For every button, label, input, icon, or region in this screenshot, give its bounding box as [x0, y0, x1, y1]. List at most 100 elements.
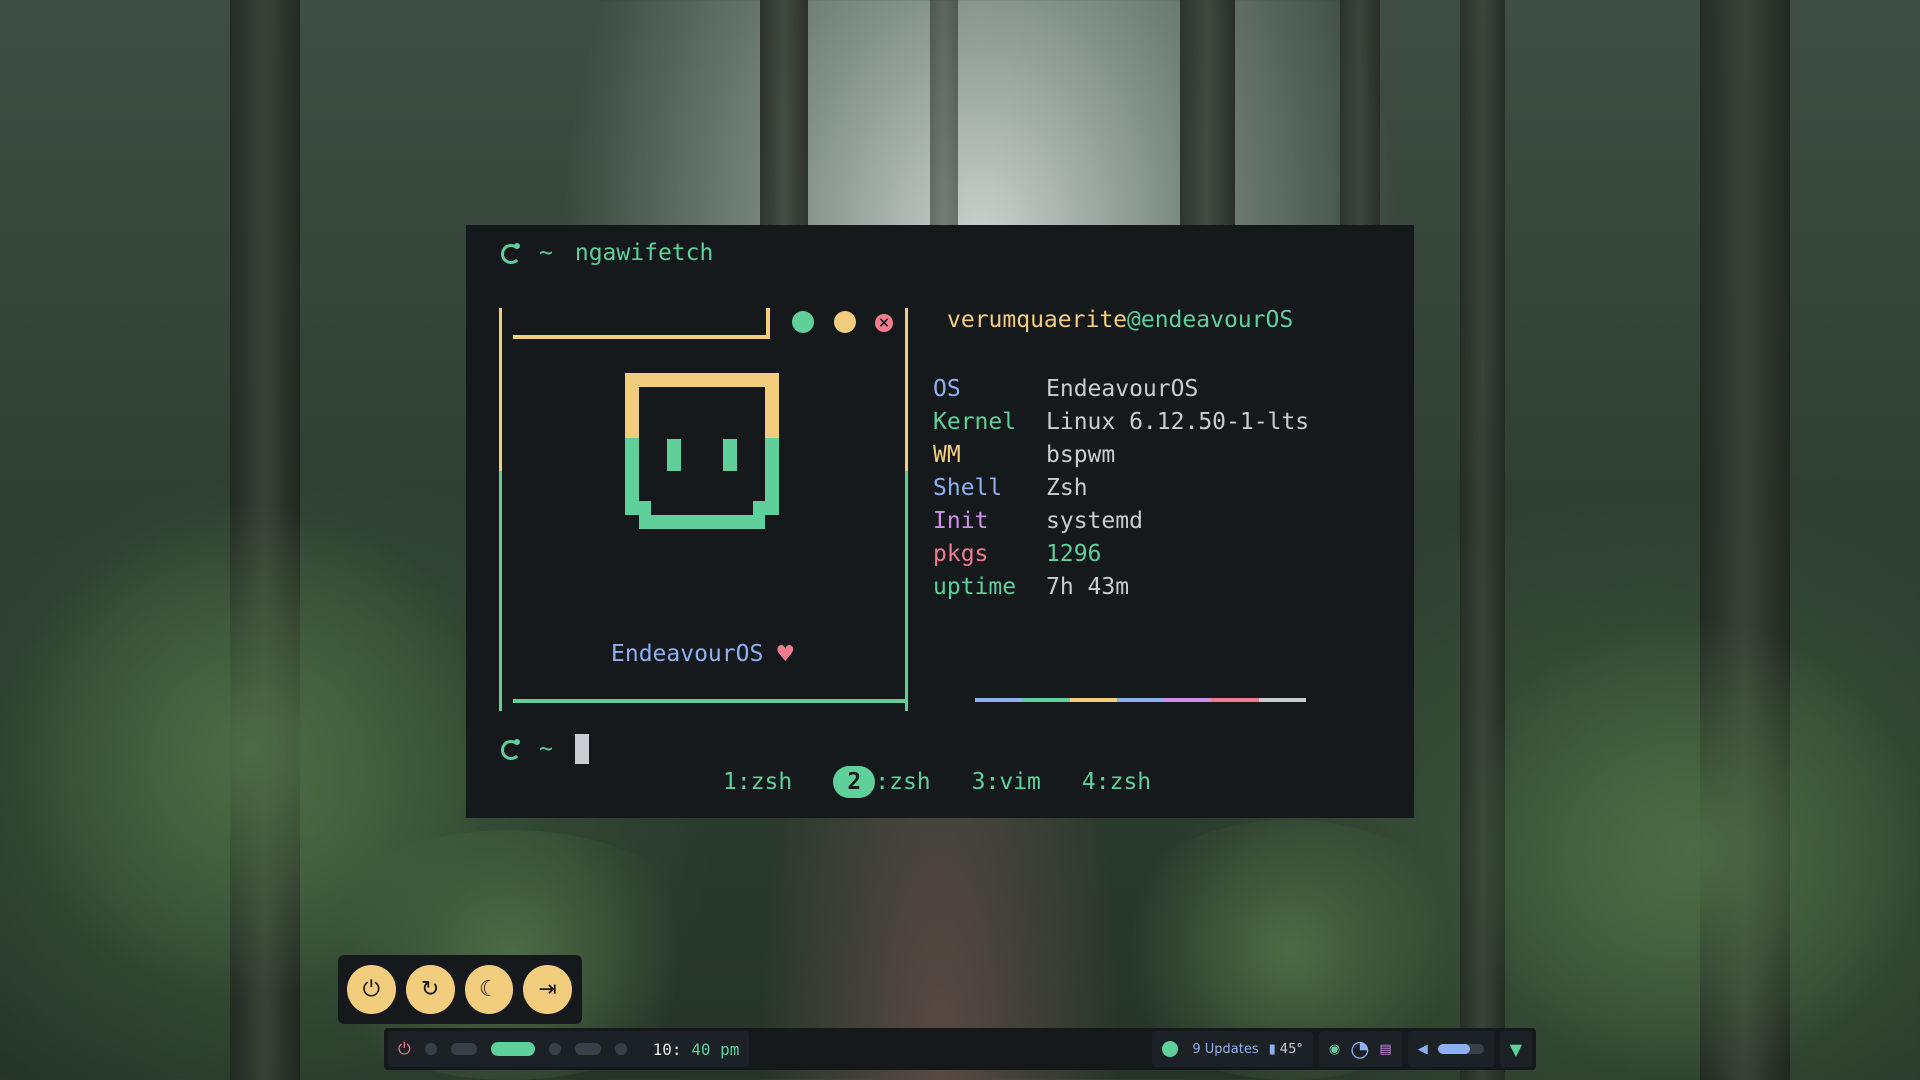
color-swatch: [1069, 698, 1117, 702]
tab-label: :zsh: [875, 769, 931, 795]
info-value: EndeavourOS: [1046, 376, 1199, 402]
command-text: ngawifetch: [574, 240, 714, 266]
tab-window-3[interactable]: 3:vim: [972, 766, 1041, 798]
volume-slider[interactable]: [1437, 1044, 1484, 1054]
memory-ring-icon: ◔: [1350, 1036, 1370, 1062]
color-swatch: [975, 698, 1023, 702]
cpu-icon: ◉: [1328, 1041, 1341, 1057]
tab-window-2[interactable]: 2:zsh: [833, 766, 931, 798]
info-row: Shell Zsh: [933, 472, 1309, 505]
info-row: OS EndeavourOS: [933, 373, 1309, 406]
workspace-indicator-active[interactable]: [490, 1042, 535, 1056]
frame-left: [499, 308, 502, 471]
updates-module[interactable]: 9 Updates ▮ 45°: [1152, 1031, 1313, 1067]
info-row: uptime 7h 43m: [933, 571, 1309, 604]
prompt-icon: [499, 242, 521, 264]
bar-left-module: ⏻ 10: 40 pm: [388, 1031, 750, 1067]
info-value: systemd: [1046, 508, 1143, 534]
thermometer-icon: ▮: [1268, 1041, 1276, 1057]
workspace-indicator[interactable]: [450, 1043, 477, 1055]
maximize-dot-icon: [792, 311, 814, 333]
bar-right-modules: 9 Updates ▮ 45° ◉ ◔ ▤ ◀ ▼: [1146, 1031, 1532, 1067]
prompt-line-command: ~ ngawifetch: [499, 240, 713, 266]
info-value: Zsh: [1046, 475, 1088, 501]
color-swatch: [1258, 698, 1306, 702]
frame-right-lower: [905, 471, 908, 711]
info-row: Init systemd: [933, 505, 1309, 538]
prompt-icon: [499, 738, 521, 760]
minimize-dot-icon: [834, 311, 856, 333]
tab-label: :zsh: [1095, 769, 1152, 795]
info-key: Init: [933, 508, 989, 534]
distro-name: EndeavourOS: [611, 641, 764, 667]
shutdown-button[interactable]: ⏻: [347, 965, 396, 1014]
prompt-directory: ~: [539, 736, 553, 762]
sleep-button[interactable]: ☾: [464, 965, 514, 1014]
tab-label: :zsh: [736, 769, 793, 795]
info-key: pkgs: [933, 541, 989, 567]
info-value: bspwm: [1046, 442, 1116, 468]
tab-window-1[interactable]: 1:zsh: [723, 766, 792, 798]
workspace-indicator[interactable]: [574, 1043, 601, 1055]
info-key: Kernel: [933, 409, 1017, 435]
text-cursor: [574, 734, 589, 764]
volume-icon: ◀: [1417, 1041, 1428, 1057]
clock: 10: 40 pm: [652, 1039, 740, 1059]
frame-top: [513, 335, 769, 339]
color-swatch: [1116, 698, 1165, 702]
info-key: OS: [933, 376, 961, 402]
network-module[interactable]: ▼: [1499, 1031, 1532, 1067]
user-host: verumquaerite@endeavourOS: [947, 307, 1293, 333]
info-value: 7h 43m: [1046, 574, 1130, 600]
prompt-line-current[interactable]: ~: [499, 734, 589, 764]
terminal-window[interactable]: ~ ngawifetch × EndeavourOS ♥ verumquaeri…: [466, 225, 1414, 818]
spotify-icon[interactable]: [1162, 1041, 1179, 1057]
info-key: uptime: [933, 574, 1017, 600]
tab-label: :vim: [985, 769, 1041, 795]
tab-number: 4: [1081, 769, 1096, 795]
prompt-directory: ~: [539, 240, 553, 266]
status-bar: ⏻ 10: 40 pm 9 Updates ▮ 45° ◉ ◔ ▤ ◀ ▼: [384, 1028, 1536, 1070]
tab-number: 3: [971, 769, 986, 795]
tab-number: 2: [833, 766, 876, 798]
reboot-button[interactable]: ↻: [405, 965, 455, 1014]
info-row: WM bspwm: [933, 439, 1309, 472]
username: verumquaerite: [947, 307, 1128, 333]
frame-top-corner: [766, 308, 770, 339]
power-menu: ⏻ ↻ ☾ ⇥: [338, 955, 582, 1024]
color-swatch: [1022, 698, 1070, 702]
info-key: WM: [933, 442, 961, 468]
logout-icon: ⇥: [538, 977, 557, 1002]
robot-face-icon: [625, 373, 779, 537]
tab-number: 1: [723, 769, 737, 795]
volume-level: [1437, 1044, 1470, 1054]
volume-module[interactable]: ◀: [1407, 1031, 1494, 1067]
tab-window-4[interactable]: 4:zsh: [1082, 766, 1151, 798]
logout-button[interactable]: ⇥: [523, 965, 572, 1014]
close-icon: ×: [875, 314, 893, 332]
frame-bottom: [513, 699, 908, 703]
frame-left-lower: [499, 471, 502, 711]
disk-icon: ▤: [1379, 1041, 1392, 1057]
heart-icon: ♥: [775, 641, 796, 667]
temperature: 45°: [1279, 1041, 1303, 1057]
updates-count: 9 Updates: [1192, 1041, 1259, 1057]
power-icon[interactable]: ⏻: [398, 1039, 411, 1059]
info-key: Shell: [933, 475, 1003, 501]
moon-icon: ☾: [479, 977, 499, 1002]
workspace-indicator[interactable]: [548, 1043, 561, 1055]
system-info: OS EndeavourOS Kernel Linux 6.12.50-1-lts WM…: [933, 373, 1309, 604]
tmux-window-tabs: 1:zsh 2:zsh 3:vim 4:zsh: [723, 766, 1192, 798]
color-swatch: [1164, 698, 1212, 702]
distro-label: EndeavourOS ♥: [611, 641, 795, 667]
info-row: Kernel Linux 6.12.50-1-lts: [933, 406, 1309, 439]
system-monitor-module[interactable]: ◉ ◔ ▤: [1318, 1031, 1402, 1067]
info-row: pkgs 1296: [933, 538, 1309, 571]
workspace-indicator[interactable]: [424, 1043, 437, 1055]
info-value: 1296: [1046, 541, 1102, 567]
color-swatch: [1211, 698, 1259, 702]
color-palette-bar: [975, 698, 1306, 702]
workspace-indicator[interactable]: [614, 1043, 627, 1055]
hostname: @endeavourOS: [1127, 307, 1294, 333]
info-value: Linux 6.12.50-1-lts: [1046, 409, 1310, 435]
